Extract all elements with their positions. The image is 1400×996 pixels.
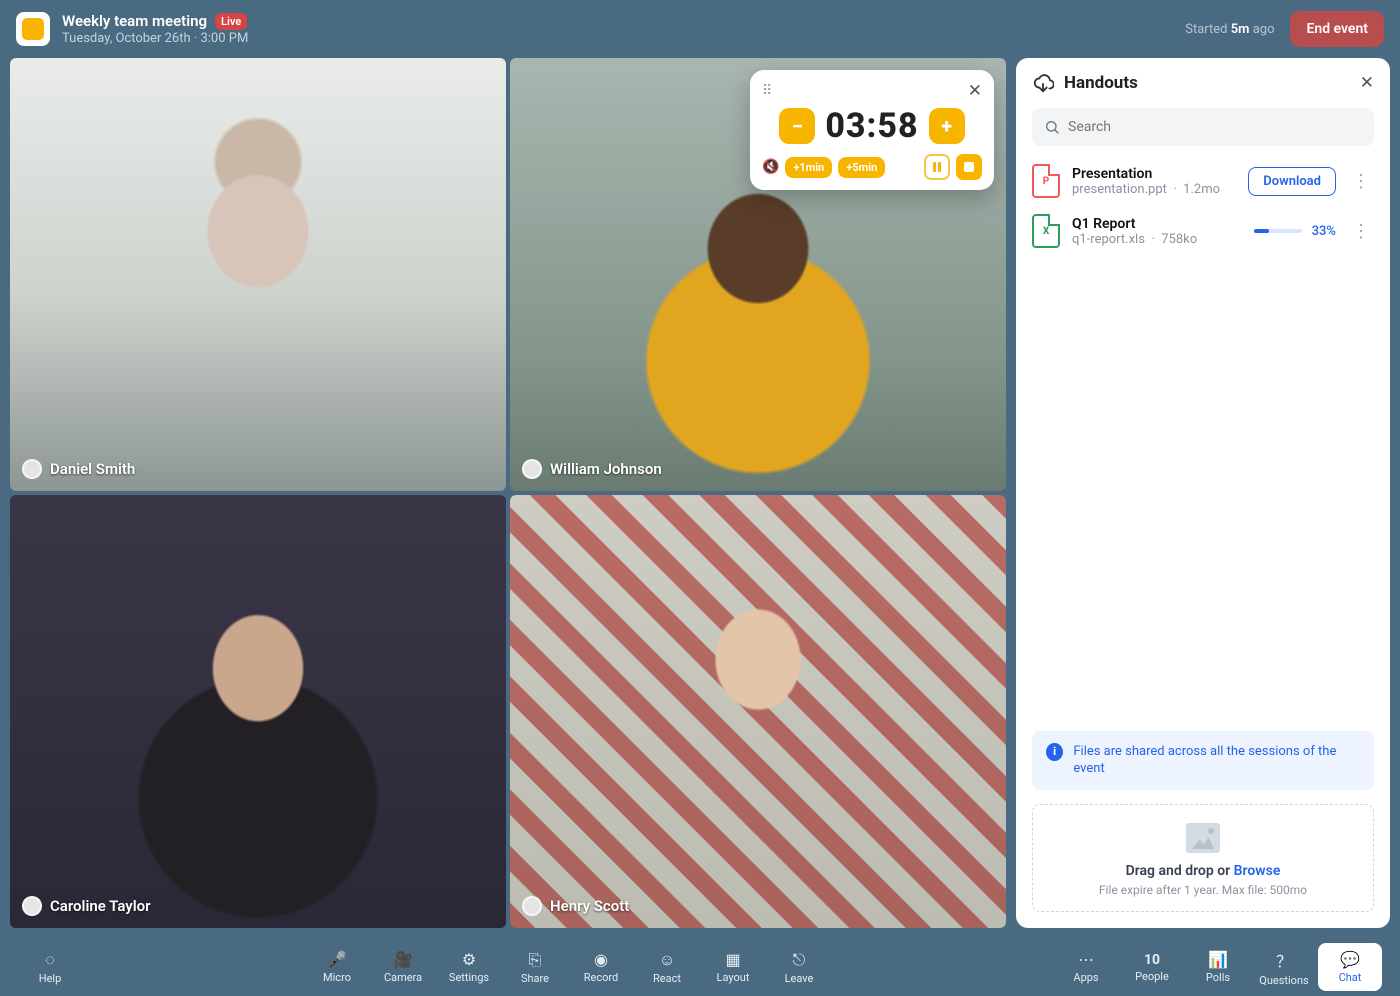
chat-button[interactable]: 💬Chat — [1318, 943, 1382, 991]
help-icon: ◌ — [45, 950, 55, 970]
search-box[interactable] — [1032, 108, 1374, 146]
event-subtitle: Tuesday, October 26th · 3:00 PM — [62, 31, 248, 46]
smile-icon: ☺ — [659, 950, 675, 970]
download-cloud-icon — [1032, 72, 1054, 94]
settings-button[interactable]: ⚙Settings — [437, 943, 501, 991]
questions-button[interactable]: ？Questions — [1252, 943, 1316, 991]
share-button[interactable]: ⎘Share — [503, 943, 567, 991]
participant-tile[interactable]: Caroline Taylor — [10, 495, 506, 928]
people-count: 10 — [1144, 952, 1160, 968]
image-placeholder-icon — [1186, 823, 1220, 853]
info-icon: i — [1046, 743, 1063, 761]
apps-icon: ⋯ — [1078, 950, 1094, 969]
sound-off-icon[interactable]: 🔇 — [762, 159, 779, 175]
share-icon: ⎘ — [529, 950, 542, 970]
participant-video — [10, 58, 506, 491]
layout-icon: ▦ — [725, 950, 740, 969]
participant-name: Daniel Smith — [50, 460, 135, 478]
react-button[interactable]: ☺React — [635, 943, 699, 991]
drop-subtitle: File expire after 1 year. Max file: 500m… — [1043, 883, 1363, 897]
participant-tile[interactable]: Henry Scott — [510, 495, 1006, 928]
layout-button[interactable]: ▦Layout — [701, 943, 765, 991]
timer-plus-1min-button[interactable]: +1min — [785, 157, 832, 178]
bottom-bar: ◌ Help 🎤Micro 🎥Camera ⚙Settings ⎘Share ◉… — [0, 938, 1400, 996]
drop-title: Drag and drop or Browse — [1043, 863, 1363, 879]
file-meta: q1-report.xls · 758ko — [1072, 232, 1242, 247]
question-icon: ？ — [1276, 948, 1292, 972]
search-icon — [1044, 119, 1060, 135]
upload-progress: 33% — [1254, 224, 1336, 239]
polls-icon: 📊 — [1208, 950, 1228, 969]
camera-icon: 🎥 — [393, 950, 413, 969]
timer-stop-button[interactable] — [956, 154, 982, 180]
leave-icon: ⎋ — [793, 950, 806, 970]
apps-button[interactable]: ⋯Apps — [1054, 943, 1118, 991]
drop-zone[interactable]: Drag and drop or Browse File expire afte… — [1032, 804, 1374, 912]
header: Weekly team meeting Live Tuesday, Octobe… — [0, 0, 1400, 58]
panel-title: Handouts — [1064, 73, 1350, 93]
browse-link[interactable]: Browse — [1234, 863, 1281, 879]
event-title: Weekly team meeting — [62, 12, 207, 30]
info-text: Files are shared across all the sessions… — [1073, 743, 1360, 778]
participant-tile[interactable]: William Johnson ⠿ ✕ − 03:58 + 🔇 +1min +5… — [510, 58, 1006, 491]
chat-icon: 💬 — [1340, 950, 1360, 969]
polls-button[interactable]: 📊Polls — [1186, 943, 1250, 991]
timer-value: 03:58 — [825, 106, 918, 146]
file-row: X Q1 Report q1-report.xls · 758ko 33% ⋮ — [1032, 214, 1374, 248]
file-name: Q1 Report — [1072, 216, 1242, 232]
participant-name: Caroline Taylor — [50, 897, 151, 915]
search-input[interactable] — [1068, 119, 1362, 135]
gear-icon: ⚙ — [462, 950, 476, 969]
live-badge: Live — [215, 13, 247, 30]
end-event-button[interactable]: End event — [1290, 11, 1384, 47]
record-button[interactable]: ◉Record — [569, 943, 633, 991]
drag-handle-icon[interactable]: ⠿ — [762, 83, 774, 99]
people-button[interactable]: 10People — [1120, 943, 1184, 991]
app-logo — [16, 12, 50, 46]
close-icon[interactable]: ✕ — [1360, 73, 1374, 93]
leave-button[interactable]: ⎋Leave — [767, 943, 831, 991]
participant-video — [10, 495, 506, 928]
timer-plus-button[interactable]: + — [929, 108, 965, 144]
camera-button[interactable]: 🎥Camera — [371, 943, 435, 991]
participant-video — [510, 495, 1006, 928]
mic-icon: 🎤 — [327, 950, 347, 969]
timer-plus-5min-button[interactable]: +5min — [838, 157, 885, 178]
participant-tile[interactable]: Daniel Smith — [10, 58, 506, 491]
timer-widget[interactable]: ⠿ ✕ − 03:58 + 🔇 +1min +5min — [750, 70, 994, 190]
video-grid: Daniel Smith William Johnson ⠿ ✕ − 03:58… — [10, 58, 1006, 928]
record-icon: ◉ — [594, 950, 608, 969]
more-icon[interactable]: ⋮ — [1348, 221, 1374, 242]
more-icon[interactable]: ⋮ — [1348, 171, 1374, 192]
help-button[interactable]: ◌ Help — [18, 943, 82, 991]
started-label: Started 5m ago — [1185, 22, 1274, 37]
avatar — [22, 896, 42, 916]
file-meta: presentation.ppt · 1.2mo — [1072, 182, 1236, 197]
avatar — [522, 459, 542, 479]
handouts-panel: Handouts ✕ P Presentation presentation.p… — [1016, 58, 1390, 928]
file-row: P Presentation presentation.ppt · 1.2mo … — [1032, 164, 1374, 198]
avatar — [522, 896, 542, 916]
download-button[interactable]: Download — [1248, 167, 1336, 196]
file-name: Presentation — [1072, 166, 1236, 182]
timer-minus-button[interactable]: − — [779, 108, 815, 144]
timer-pause-button[interactable] — [924, 154, 950, 180]
participant-name: William Johnson — [550, 460, 662, 478]
progress-percent: 33% — [1312, 224, 1336, 239]
participant-name: Henry Scott — [550, 897, 629, 915]
close-icon[interactable]: ✕ — [968, 81, 982, 101]
file-ppt-icon: P — [1032, 164, 1060, 198]
micro-button[interactable]: 🎤Micro — [305, 943, 369, 991]
info-banner: i Files are shared across all the sessio… — [1032, 731, 1374, 790]
avatar — [22, 459, 42, 479]
file-xls-icon: X — [1032, 214, 1060, 248]
